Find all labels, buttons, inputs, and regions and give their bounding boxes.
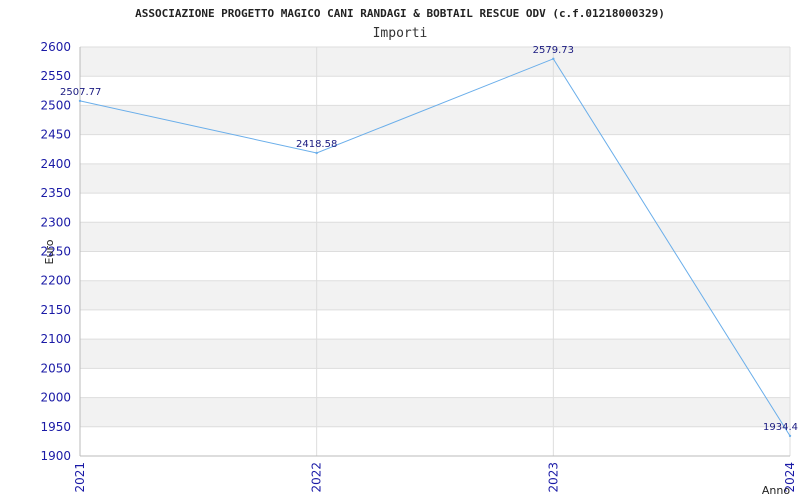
x-tick-labels: 2021 2022 2023 2024 — [73, 462, 797, 493]
grid-band — [80, 47, 790, 77]
grid-band — [80, 105, 790, 135]
y-tick-label: 2400 — [40, 157, 71, 171]
y-tick-label: 2150 — [40, 303, 71, 317]
chart-subtitle: Importi — [373, 26, 428, 41]
y-axis-label: Euro — [43, 239, 56, 264]
y-tick-label: 2500 — [40, 98, 71, 112]
y-tick-label: 2600 — [40, 40, 71, 54]
grid-band — [80, 280, 790, 310]
grid-band — [80, 163, 790, 194]
data-point — [315, 151, 318, 155]
data-label: 2579.73 — [533, 45, 574, 56]
y-tick-label: 2450 — [40, 128, 71, 142]
y-tick-label: 1950 — [40, 420, 71, 434]
data-point — [788, 434, 792, 438]
data-point — [78, 99, 82, 103]
data-label: 2418.58 — [296, 139, 337, 150]
x-tick-label: 2023 — [546, 462, 560, 493]
data-point — [552, 57, 555, 61]
x-tick-label: 2021 — [73, 462, 87, 493]
data-label: 1934.4 — [763, 422, 798, 433]
y-tick-label: 2000 — [40, 391, 71, 405]
y-tick-label: 2300 — [40, 215, 71, 229]
x-axis-label: Anno — [762, 484, 790, 497]
y-tick-label: 2550 — [40, 69, 71, 83]
y-tick-label: 2200 — [40, 274, 71, 288]
grid-band — [80, 339, 790, 369]
grid-band — [80, 222, 790, 252]
chart-title: ASSOCIAZIONE PROGETTO MAGICO CANI RANDAG… — [135, 7, 665, 20]
chart: 1900195020002050210021502200225023002350… — [40, 7, 798, 497]
y-tick-label: 2100 — [40, 332, 71, 346]
data-label: 2507.77 — [60, 87, 101, 98]
y-tick-label: 2350 — [40, 186, 71, 200]
plot-background-bands — [80, 47, 790, 427]
x-tick-label: 2022 — [310, 462, 324, 493]
grid-band — [80, 397, 790, 427]
y-tick-label: 2050 — [40, 361, 71, 375]
y-tick-label: 1900 — [40, 449, 71, 463]
